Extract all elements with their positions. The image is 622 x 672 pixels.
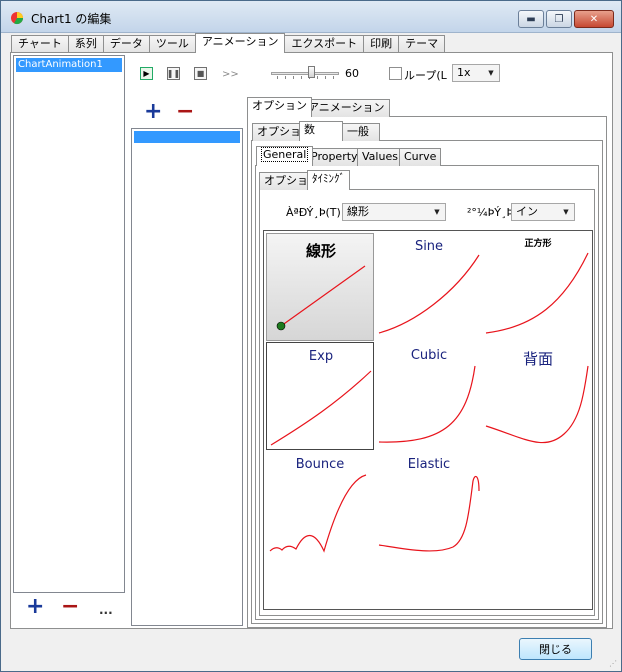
direction-dropdown[interactable]: イン ▼ [511, 203, 575, 221]
rate-value: 1x [457, 66, 471, 79]
direction-value: イン [516, 205, 538, 218]
linear-curve-icon [276, 265, 366, 331]
curve-cell-exp[interactable]: Exp [266, 342, 374, 450]
window-title: Chart1 の編集 [31, 12, 112, 26]
close-button[interactable]: 閉じる [519, 638, 592, 660]
add-animation-button[interactable]: + [26, 596, 44, 618]
tab-general-jp[interactable]: 一般 [342, 123, 380, 141]
maximize-button[interactable]: ❐ [546, 10, 572, 28]
curve-cell-back[interactable]: 背面 [484, 342, 592, 450]
remove-animation-button[interactable]: − [61, 596, 79, 618]
tab-options[interactable]: オプション [247, 97, 312, 117]
curve-dropdown[interactable]: 線形 ▼ [342, 203, 446, 221]
curve-cell-cubic[interactable]: Cubic [375, 342, 483, 450]
exp-curve-icon [270, 370, 372, 446]
list-item[interactable]: ChartAnimation1 [16, 58, 122, 72]
minimize-button[interactable]: ▬ [518, 10, 544, 28]
tab-tools[interactable]: ツール [148, 35, 196, 53]
tab-print[interactable]: 印刷 [363, 35, 400, 53]
speed-value: 60 [345, 67, 359, 80]
main-tab-strip: チャート 系列 データ ツール アニメーション エクスポート 印刷 テーマ [11, 33, 446, 53]
loop-label: ループ(L [404, 69, 447, 82]
cubic-curve-icon [378, 365, 476, 443]
list-item[interactable] [134, 131, 240, 143]
curve-label: ÀªÐÝ¸Þ(T): [286, 206, 345, 219]
slider-thumb[interactable] [308, 66, 315, 78]
direction-label: ²°¼ÞÝ¸Þ( [467, 206, 518, 219]
curve-cell-linear[interactable]: 線形 [266, 233, 374, 341]
elastic-curve-icon [378, 475, 480, 552]
loop-checkbox[interactable] [389, 67, 402, 80]
tab-series[interactable]: 系列 [67, 35, 104, 53]
title-bar[interactable]: Chart1 の編集 ▬ ❐ ✕ [1, 1, 621, 33]
curve-cell-bounce[interactable]: Bounce [266, 451, 374, 559]
tab-chart[interactable]: チャート [11, 35, 69, 53]
sine-curve-icon [378, 254, 480, 334]
tab-general[interactable]: General [256, 146, 314, 166]
tab-animation-settings[interactable]: アニメーション [303, 99, 390, 117]
slider-track [271, 72, 339, 75]
close-window-button[interactable]: ✕ [574, 10, 614, 28]
tab-animation[interactable]: アニメーション [194, 33, 286, 53]
curve-cell-elastic[interactable]: Elastic [375, 451, 483, 559]
animations-listbox[interactable]: ChartAnimation1 [13, 55, 125, 593]
more-button[interactable]: ... [99, 603, 113, 617]
chevron-down-icon: ▼ [488, 69, 494, 77]
play-button[interactable]: ▶ [140, 67, 153, 80]
tab-timing[interactable]: ﾀｲﾐﾝｸﾞ [307, 170, 350, 190]
tab-values[interactable]: Values [357, 148, 403, 166]
curve-value: 線形 [347, 205, 369, 218]
tab-general-label: General [261, 147, 309, 162]
curve-cell-sine[interactable]: Sine [375, 233, 483, 341]
easing-curve-grid: 線形 Sine 正方形 Exp Cubic 背面 Bounce Elastic [263, 230, 593, 610]
back-curve-icon [485, 365, 589, 444]
editor-window: Chart1 の編集 ▬ ❐ ✕ チャート 系列 データ ツール アニメーション… [0, 0, 622, 672]
fast-forward-button[interactable]: >> [222, 69, 239, 80]
chart-app-icon [11, 12, 23, 25]
tab-curve[interactable]: Curve [399, 148, 442, 166]
tab-export[interactable]: エクスポート [284, 35, 365, 53]
tab-property[interactable]: Property [306, 148, 363, 166]
resize-grip-icon[interactable]: ⋰ [609, 659, 619, 669]
tab-data[interactable]: データ [102, 35, 150, 53]
rate-dropdown[interactable]: 1x ▼ [452, 64, 500, 82]
remove-item-button[interactable]: − [176, 101, 194, 123]
tab-theme[interactable]: テーマ [398, 35, 446, 53]
square-curve-icon [485, 252, 589, 334]
tab-number[interactable]: 数 [299, 121, 343, 141]
stop-button[interactable]: ■ [194, 67, 207, 80]
animation-items-list[interactable] [131, 128, 243, 626]
chevron-down-icon: ▼ [563, 208, 569, 216]
curve-cell-square[interactable]: 正方形 [484, 233, 592, 341]
pause-button[interactable]: ❚❚ [167, 67, 180, 80]
chevron-down-icon: ▼ [434, 208, 440, 216]
bounce-curve-icon [269, 474, 367, 553]
add-item-button[interactable]: + [144, 101, 162, 123]
speed-slider[interactable] [271, 66, 339, 80]
